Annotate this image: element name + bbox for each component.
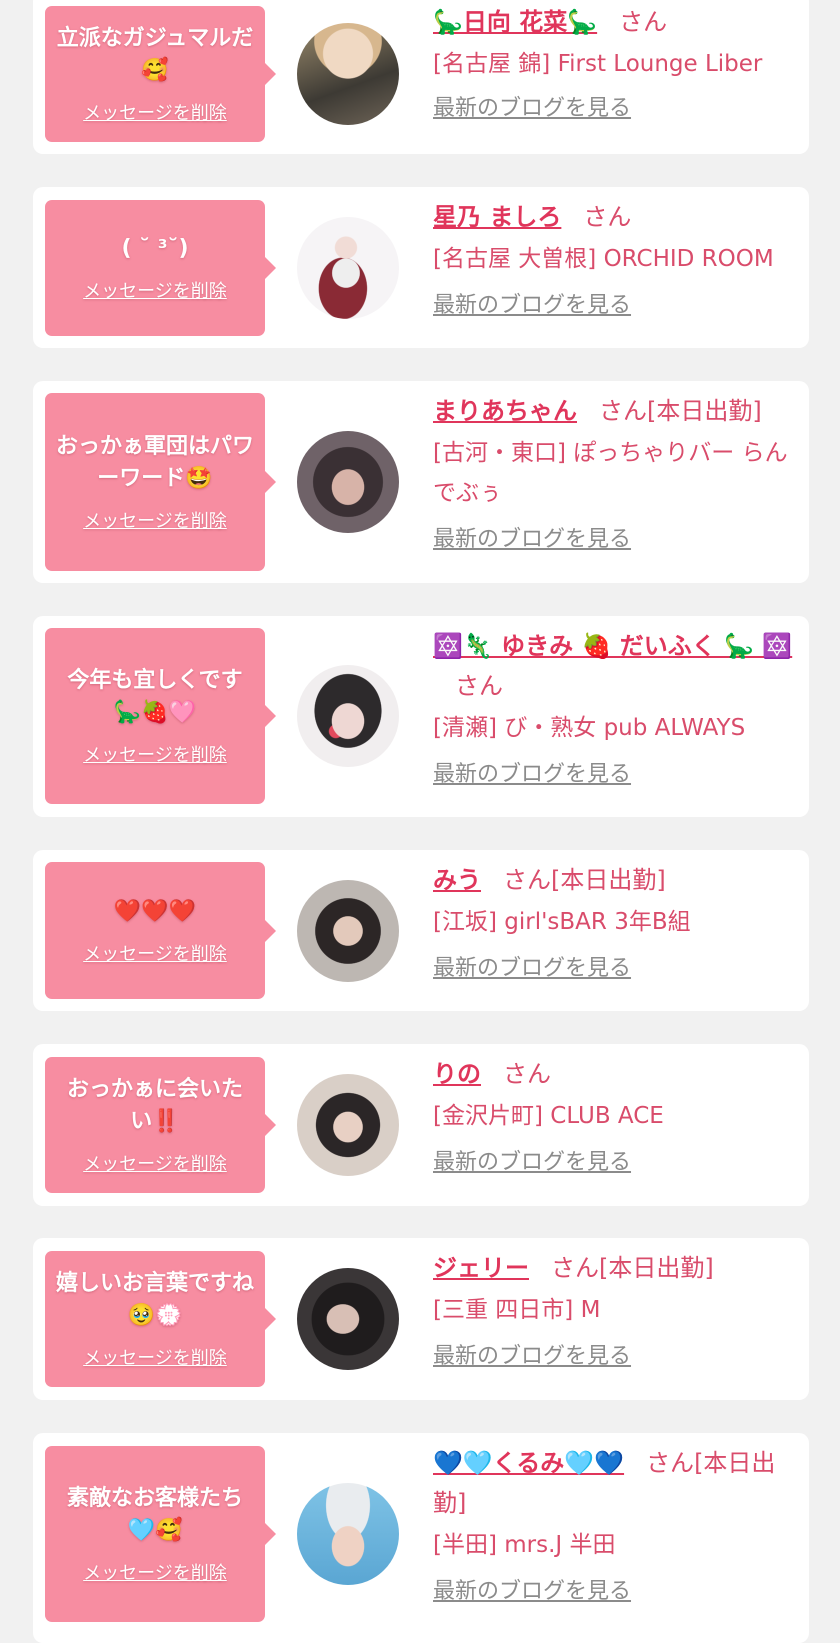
attendance-status: [本日出勤]	[551, 866, 666, 894]
message-bubble: おっかぁに会いたい‼️ メッセージを削除	[45, 1057, 276, 1193]
sender-info: 星乃 ましろ さん [名古屋 大曽根] ORCHID ROOM 最新のブログを見る	[433, 197, 795, 321]
latest-blog-link[interactable]: 最新のブログを見る	[433, 291, 631, 321]
message-card: 立派なガジュマルだ🥰 メッセージを削除 🦕日向 花菜🦕 さん [名古屋 錦] Fi…	[33, 0, 809, 154]
sender-name-line: 星乃 ましろ さん	[433, 197, 795, 237]
sender-name-line: まりあちゃん さん[本日出勤]	[433, 391, 795, 431]
sender-name-link[interactable]: 🔯🦎 ゆきみ 🍓 だいふく 🦕 🔯	[433, 632, 792, 660]
message-feed: 立派なガジュマルだ🥰 メッセージを削除 🦕日向 花菜🦕 さん [名古屋 錦] Fi…	[0, 0, 840, 1643]
sender-info: 🔯🦎 ゆきみ 🍓 だいふく 🦕 🔯 さん [清瀬] び・熟女 pub ALWAYS…	[433, 626, 795, 790]
sender-name-line: みう さん[本日出勤]	[433, 860, 795, 900]
message-bubble: 今年も宜しくです🦕🍓🩷 メッセージを削除	[45, 628, 276, 804]
latest-blog-link[interactable]: 最新のブログを見る	[433, 954, 631, 984]
honorific-label: さん	[646, 1449, 695, 1477]
message-text: おっかぁ軍団はパワーワード🤩	[55, 434, 254, 491]
sender-name-line: 💙🩵くるみ🩵💙 さん[本日出勤]	[433, 1443, 795, 1523]
sender-info: まりあちゃん さん[本日出勤] [古河・東口] ぽっちゃりバー らんでぶぅ 最新の…	[433, 391, 795, 555]
sender-name-link[interactable]: りの	[433, 1060, 481, 1088]
delete-message-link[interactable]: メッセージを削除	[83, 741, 227, 767]
latest-blog-link[interactable]: 最新のブログを見る	[433, 760, 631, 790]
avatar[interactable]	[297, 1268, 399, 1370]
message-text: 嬉しいお言葉ですね🥹💮	[55, 1271, 254, 1328]
sender-name-line: 🔯🦎 ゆきみ 🍓 だいふく 🦕 🔯 さん	[433, 626, 795, 706]
shop-label: [三重 四日市] M	[433, 1297, 601, 1323]
sender-name-link[interactable]: 🦕日向 花菜🦕	[433, 8, 597, 36]
delete-message-link[interactable]: メッセージを削除	[83, 99, 227, 125]
message-text: ( ˘ ³˘)	[121, 236, 189, 261]
sender-name-line: 🦕日向 花菜🦕 さん	[433, 2, 795, 42]
avatar[interactable]	[297, 1483, 399, 1585]
sender-info: 🦕日向 花菜🦕 さん [名古屋 錦] First Lounge Liber 最新の…	[433, 2, 795, 124]
message-card: おっかぁ軍団はパワーワード🤩 メッセージを削除 まりあちゃん さん[本日出勤] […	[33, 381, 809, 583]
honorific-label: さん	[503, 1060, 551, 1088]
honorific-label: さん	[619, 8, 668, 36]
shop-label: [名古屋 大曽根] ORCHID ROOM	[433, 246, 774, 272]
message-text: 素敵なお客様たち🩵🥰	[66, 1486, 243, 1543]
message-bubble: 立派なガジュマルだ🥰 メッセージを削除	[45, 6, 276, 142]
delete-message-link[interactable]: メッセージを削除	[83, 277, 227, 303]
attendance-status: [本日出勤]	[599, 1254, 714, 1282]
message-card: ❤️❤️❤️ メッセージを削除 みう さん[本日出勤] [江坂] girl'sBA…	[33, 850, 809, 1011]
message-bubble: ❤️❤️❤️ メッセージを削除	[45, 862, 276, 999]
message-text: 立派なガジュマルだ🥰	[56, 26, 254, 83]
delete-message-link[interactable]: メッセージを削除	[83, 1150, 227, 1176]
message-text: おっかぁに会いたい‼️	[66, 1077, 243, 1134]
message-card: ( ˘ ³˘) メッセージを削除 星乃 ましろ さん [名古屋 大曽根] ORCH…	[33, 187, 809, 348]
honorific-label: さん	[503, 866, 551, 894]
avatar[interactable]	[297, 880, 399, 982]
message-text: 今年も宜しくです🦕🍓🩷	[67, 668, 243, 725]
shop-label: [半田] mrs.J 半田	[433, 1532, 616, 1558]
sender-name-link[interactable]: ジェリー	[433, 1254, 529, 1282]
sender-info: りの さん [金沢片町] CLUB ACE 最新のブログを見る	[433, 1054, 795, 1178]
message-bubble: ( ˘ ³˘) メッセージを削除	[45, 200, 276, 336]
avatar[interactable]	[297, 1074, 399, 1176]
avatar[interactable]	[297, 217, 399, 319]
sender-name-link[interactable]: みう	[433, 866, 481, 894]
shop-label: [金沢片町] CLUB ACE	[433, 1103, 664, 1129]
latest-blog-link[interactable]: 最新のブログを見る	[433, 1577, 631, 1607]
sender-name-link[interactable]: まりあちゃん	[433, 397, 577, 425]
avatar[interactable]	[297, 23, 399, 125]
delete-message-link[interactable]: メッセージを削除	[83, 507, 227, 533]
latest-blog-link[interactable]: 最新のブログを見る	[433, 1148, 631, 1178]
latest-blog-link[interactable]: 最新のブログを見る	[433, 525, 631, 555]
message-card: 素敵なお客様たち🩵🥰 メッセージを削除 💙🩵くるみ🩵💙 さん[本日出勤] [半田]…	[33, 1433, 809, 1643]
sender-info: 💙🩵くるみ🩵💙 さん[本日出勤] [半田] mrs.J 半田 最新のブログを見る	[433, 1443, 795, 1607]
message-card: 嬉しいお言葉ですね🥹💮 メッセージを削除 ジェリー さん[本日出勤] [三重 四日…	[33, 1238, 809, 1400]
latest-blog-link[interactable]: 最新のブログを見る	[433, 1342, 631, 1372]
message-bubble: 素敵なお客様たち🩵🥰 メッセージを削除	[45, 1446, 276, 1622]
delete-message-link[interactable]: メッセージを削除	[83, 1344, 227, 1370]
avatar[interactable]	[297, 431, 399, 533]
sender-info: ジェリー さん[本日出勤] [三重 四日市] M 最新のブログを見る	[433, 1248, 795, 1372]
sender-name-line: りの さん	[433, 1054, 795, 1094]
avatar[interactable]	[297, 665, 399, 767]
attendance-status: [本日出勤]	[647, 397, 762, 425]
latest-blog-link[interactable]: 最新のブログを見る	[433, 94, 631, 124]
sender-name-link[interactable]: 💙🩵くるみ🩵💙	[433, 1449, 624, 1477]
sender-info: みう さん[本日出勤] [江坂] girl'sBAR 3年B組 最新のブログを見る	[433, 860, 795, 984]
sender-name-link[interactable]: 星乃 ましろ	[433, 203, 561, 231]
message-text: ❤️❤️❤️	[113, 898, 197, 924]
message-card: おっかぁに会いたい‼️ メッセージを削除 りの さん [金沢片町] CLUB AC…	[33, 1044, 809, 1206]
shop-label: [清瀬] び・熟女 pub ALWAYS	[433, 715, 746, 741]
honorific-label: さん	[599, 397, 647, 425]
shop-label: [古河・東口] ぽっちゃりバー らんでぶぅ	[433, 440, 788, 506]
shop-label: [江坂] girl'sBAR 3年B組	[433, 909, 691, 935]
delete-message-link[interactable]: メッセージを削除	[83, 940, 227, 966]
sender-name-line: ジェリー さん[本日出勤]	[433, 1248, 795, 1288]
delete-message-link[interactable]: メッセージを削除	[83, 1559, 227, 1585]
honorific-label: さん	[551, 1254, 599, 1282]
message-bubble: 嬉しいお言葉ですね🥹💮 メッセージを削除	[45, 1251, 276, 1387]
honorific-label: さん	[455, 672, 503, 700]
honorific-label: さん	[583, 203, 632, 231]
message-bubble: おっかぁ軍団はパワーワード🤩 メッセージを削除	[45, 393, 276, 571]
shop-label: [名古屋 錦] First Lounge Liber	[433, 51, 763, 77]
message-card: 今年も宜しくです🦕🍓🩷 メッセージを削除 🔯🦎 ゆきみ 🍓 だいふく 🦕 🔯 さん…	[33, 616, 809, 817]
